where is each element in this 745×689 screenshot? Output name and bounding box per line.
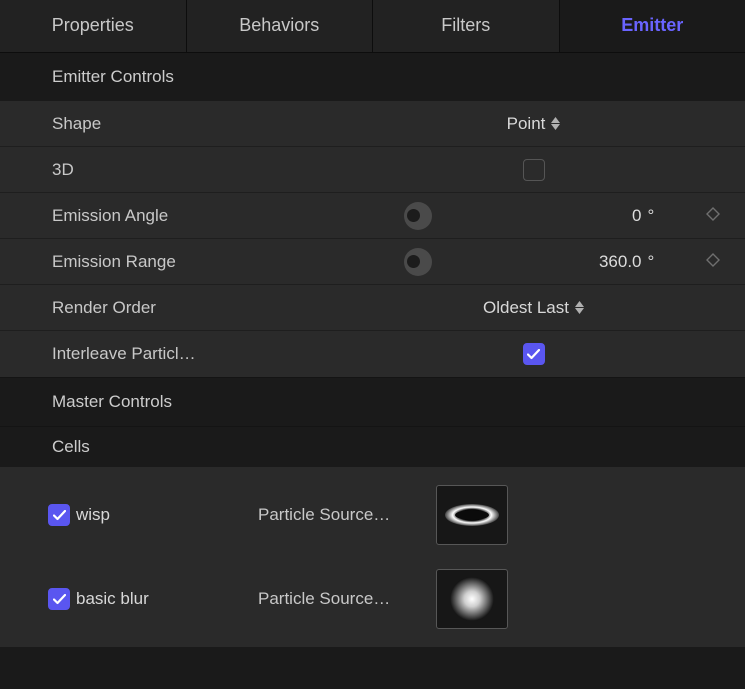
emission-angle-label: Emission Angle (52, 206, 342, 226)
cell-enabled-checkbox[interactable] (48, 504, 70, 526)
render-order-label: Render Order (52, 298, 342, 318)
tab-label: Emitter (621, 15, 683, 35)
cell-row: basic blur Particle Source… (0, 557, 745, 641)
emission-angle-row: Emission Angle 0 ° (0, 193, 745, 239)
tab-label: Behaviors (239, 15, 319, 35)
render-order-row: Render Order Oldest Last (0, 285, 745, 331)
interleave-row: Interleave Particl… (0, 331, 745, 377)
tab-properties[interactable]: Properties (0, 0, 187, 52)
keyframe-diamond-icon[interactable] (706, 206, 720, 226)
render-order-value: Oldest Last (483, 298, 569, 318)
emission-range-dial[interactable] (404, 248, 432, 276)
blur-thumb-icon (441, 569, 503, 629)
chevron-up-down-icon (575, 301, 584, 314)
emission-range-row: Emission Range 360.0 ° (0, 239, 745, 285)
tab-behaviors[interactable]: Behaviors (187, 0, 374, 52)
cell-enabled-checkbox[interactable] (48, 588, 70, 610)
emission-angle-value[interactable]: 0 (538, 206, 648, 226)
tab-label: Filters (441, 15, 490, 35)
emitter-controls-group: Shape Point 3D Emission Angle 0 (0, 101, 745, 377)
tab-emitter[interactable]: Emitter (560, 0, 745, 52)
tab-label: Properties (52, 15, 134, 35)
cells-header: Cells (0, 427, 745, 467)
emission-angle-dial[interactable] (404, 202, 432, 230)
three-d-checkbox[interactable] (523, 159, 545, 181)
keyframe-diamond-icon[interactable] (706, 252, 720, 272)
particle-source-well[interactable] (436, 485, 508, 545)
three-d-label: 3D (52, 160, 342, 180)
shape-row: Shape Point (0, 101, 745, 147)
render-order-popup[interactable]: Oldest Last (483, 298, 584, 318)
interleave-label: Interleave Particl… (52, 344, 342, 364)
chevron-up-down-icon (551, 117, 560, 130)
emission-range-value[interactable]: 360.0 (538, 252, 648, 272)
tab-bar: Properties Behaviors Filters Emitter (0, 0, 745, 53)
shape-value: Point (507, 114, 546, 134)
master-controls-header: Master Controls (0, 378, 745, 426)
cell-name: basic blur (76, 589, 258, 609)
particle-source-label: Particle Source… (258, 589, 436, 609)
interleave-checkbox[interactable] (523, 343, 545, 365)
three-d-row: 3D (0, 147, 745, 193)
tab-filters[interactable]: Filters (373, 0, 560, 52)
particle-source-label: Particle Source… (258, 505, 436, 525)
shape-label: Shape (52, 114, 342, 134)
degree-unit: ° (648, 206, 664, 226)
emission-range-label: Emission Range (52, 252, 342, 272)
cells-group: wisp Particle Source… basic blur Particl… (0, 467, 745, 647)
shape-popup[interactable]: Point (507, 114, 561, 134)
cell-name: wisp (76, 505, 258, 525)
cell-row: wisp Particle Source… (0, 473, 745, 557)
wisp-thumb-icon (441, 495, 503, 535)
emitter-controls-header: Emitter Controls (0, 53, 745, 101)
particle-source-well[interactable] (436, 569, 508, 629)
degree-unit: ° (648, 252, 664, 272)
